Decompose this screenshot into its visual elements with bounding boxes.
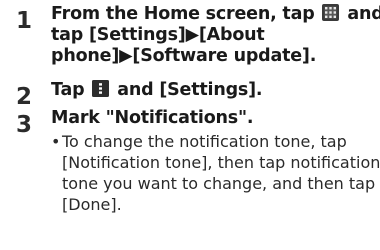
step-1-line-3: phone]▶[Software update]. [51, 46, 317, 66]
bullet-dot: • [51, 132, 61, 151]
step-text: From the Home screen, tap and tap [Setti… [51, 4, 380, 67]
step-2-text-b: and [Settings]. [117, 80, 263, 100]
step-text: Mark "Notifications". [51, 108, 254, 128]
step-number: 2 [16, 84, 33, 110]
apps-grid-icon [322, 4, 340, 21]
step-1-line-1: From the Home screen, tap and [51, 4, 380, 25]
menu-icon [92, 80, 110, 97]
step-1-line-2: tap [Settings]▶[About [51, 25, 265, 45]
step-2-text-a: Tap [51, 80, 85, 100]
bullet-note: • To change the notification tone, tap [… [51, 131, 380, 215]
step-2-line-1: Tap and [Settings]. [51, 80, 263, 101]
step-text: Tap and [Settings]. [51, 80, 263, 101]
bullet-line: [Done]. [62, 195, 122, 214]
step-number: 3 [16, 112, 33, 138]
step-1-text-b: and [347, 4, 380, 24]
step-number: 1 [16, 8, 33, 34]
bullet-line: To change the notification tone, tap [62, 132, 347, 151]
step-1-text-a: From the Home screen, tap [51, 4, 315, 24]
bullet-line: tone you want to change, and then tap [62, 174, 376, 193]
bullet-line: [Notification tone], then tap notificati… [62, 153, 380, 172]
